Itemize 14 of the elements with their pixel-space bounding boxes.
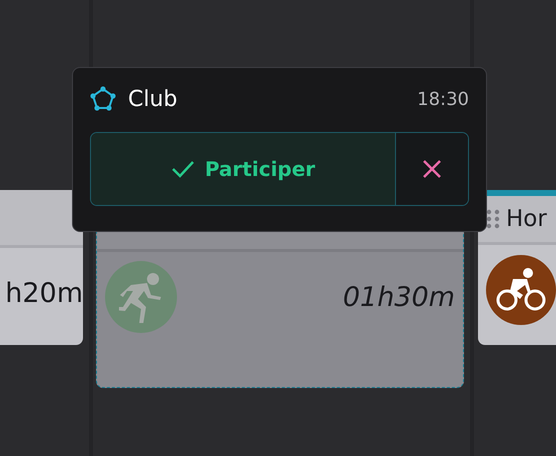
event-card[interactable]: h20m [0, 190, 83, 345]
participate-button[interactable]: Participer [91, 133, 396, 205]
popover-title: Club [128, 86, 178, 112]
event-time: 18:30 [417, 88, 469, 110]
drag-handle-icon[interactable] [486, 209, 500, 229]
event-title: Hor [506, 206, 547, 232]
close-icon [422, 159, 442, 179]
checkmark-icon [170, 160, 195, 178]
pentagon-dots-icon [90, 86, 116, 112]
duration-label: h20m [5, 278, 83, 308]
event-card[interactable]: Hor [478, 190, 556, 345]
running-figure-icon [119, 271, 163, 323]
cyclist-icon [495, 267, 547, 313]
duration-label: 01h30m [342, 282, 455, 312]
